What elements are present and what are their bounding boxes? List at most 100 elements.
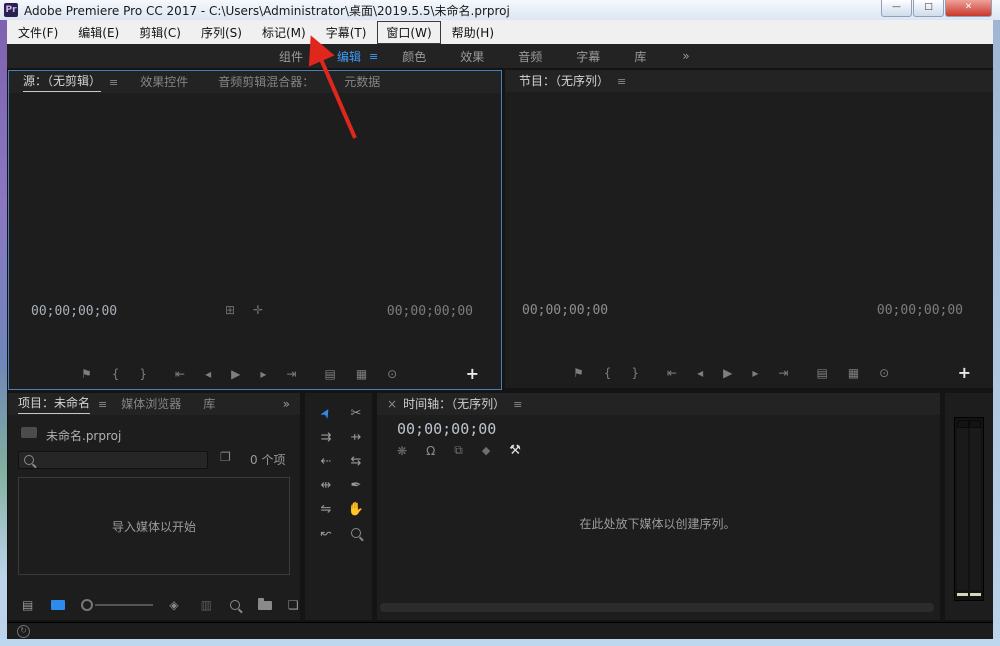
overwrite-button[interactable]: ▦	[356, 367, 367, 381]
new-item-icon[interactable]: ❏	[288, 598, 299, 612]
add-marker-icon[interactable]: ◆	[482, 444, 490, 457]
menu-file[interactable]: 文件(F)	[9, 21, 67, 44]
tab-effect-controls[interactable]: 效果控件	[140, 73, 188, 92]
workspace-menu-icon[interactable]: ≡	[369, 50, 378, 63]
tab-libraries[interactable]: 库	[203, 395, 215, 414]
workspace-tab-audio[interactable]: 音频	[518, 48, 542, 65]
import-media-dropzone[interactable]: 导入媒体以开始	[18, 477, 290, 575]
add-marker-button[interactable]: ⚑	[573, 366, 584, 380]
mark-out-button[interactable]: }	[631, 366, 639, 380]
hand-tool-icon[interactable]: ✋	[348, 502, 364, 517]
zoom-slider-knob[interactable]	[81, 599, 93, 611]
rate-stretch-tool-icon[interactable]: ⇆	[351, 454, 362, 469]
workspace-tab-color[interactable]: 颜色	[402, 48, 426, 65]
project-panel-menu-icon[interactable]: ≡	[98, 398, 107, 411]
rolling-edit-tool-icon[interactable]: ⇠	[321, 454, 332, 469]
menu-titles[interactable]: 字幕(T)	[317, 21, 376, 44]
workspace-tab-titles[interactable]: 字幕	[576, 48, 600, 65]
maximize-button[interactable]: □	[913, 0, 944, 17]
mark-in-button[interactable]: {	[604, 366, 612, 380]
workspace-tab-libraries[interactable]: 库	[634, 48, 646, 65]
tab-timeline[interactable]: 时间轴：（无序列）	[403, 395, 505, 414]
extract-button[interactable]: ▦	[848, 366, 859, 380]
export-frame-button[interactable]: ⊙	[387, 367, 397, 381]
ripple-edit-tool-icon[interactable]: ⇸	[351, 430, 362, 445]
minimize-button[interactable]: —	[881, 0, 912, 17]
timeline-dropzone[interactable]: 在此处放下媒体以创建序列。	[377, 463, 938, 583]
timeline-horizontal-scrollbar[interactable]	[380, 603, 934, 612]
new-bin-icon[interactable]	[258, 601, 272, 610]
button-editor-icon[interactable]: +	[958, 363, 971, 382]
step-back-button[interactable]: ◂	[205, 367, 211, 381]
zoom-tool-icon[interactable]	[351, 528, 361, 538]
play-button[interactable]: ▶	[723, 366, 732, 380]
source-fit-icon[interactable]: ⊞	[225, 303, 235, 317]
step-forward-button[interactable]: ▸	[260, 367, 266, 381]
workspace-overflow-icon[interactable]: »	[682, 49, 689, 63]
menu-edit[interactable]: 编辑(E)	[69, 21, 128, 44]
free-bezier-tool-icon[interactable]: ↜	[321, 526, 332, 541]
go-to-in-button[interactable]: ⇤	[667, 366, 677, 380]
source-panel-menu-icon[interactable]: ≡	[109, 76, 118, 89]
tab-project[interactable]: 项目：未命名	[18, 394, 90, 414]
step-back-button[interactable]: ◂	[697, 366, 703, 380]
sort-icon[interactable]: ◈	[169, 598, 178, 612]
close-button[interactable]: ✕	[945, 0, 992, 17]
timeline-playhead-timecode[interactable]: 00;00;00;00	[397, 420, 496, 438]
nest-toggle-icon[interactable]: ❋	[397, 444, 407, 458]
zoom-slider-track[interactable]	[95, 604, 153, 606]
automate-to-sequence-icon[interactable]: ▥	[201, 598, 212, 612]
project-overflow-icon[interactable]: »	[283, 397, 290, 411]
export-frame-button[interactable]: ⊙	[879, 366, 889, 380]
timeline-panel-tabs: × 时间轴：（无序列） ≡	[377, 393, 940, 415]
timeline-settings-wrench-icon[interactable]: ⚒	[509, 443, 521, 458]
find-icon[interactable]	[230, 600, 240, 610]
menu-help[interactable]: 帮助(H)	[443, 21, 503, 44]
snap-toggle-icon[interactable]: Ω	[426, 444, 435, 458]
lift-button[interactable]: ▤	[816, 366, 827, 380]
project-file-name[interactable]: 未命名.prproj	[46, 427, 121, 444]
pen-tool-icon[interactable]: ✒	[351, 478, 362, 493]
project-search-input[interactable]	[18, 451, 208, 469]
menu-clip[interactable]: 剪辑(C)	[130, 21, 190, 44]
search-in-bin-icon[interactable]: ❐	[220, 450, 231, 464]
menu-markers[interactable]: 标记(M)	[253, 21, 315, 44]
program-transport-controls: ⚑ { } ⇤ ◂ ▶ ▸ ⇥ ▤ ▦ ⊙ +	[505, 363, 993, 382]
tab-media-browser[interactable]: 媒体浏览器	[121, 395, 181, 414]
tab-audio-clip-mixer[interactable]: 音频剪辑混合器：	[218, 73, 314, 92]
list-view-icon[interactable]: ▤	[22, 598, 33, 612]
slip-tool-icon[interactable]: ⇹	[321, 478, 332, 493]
insert-button[interactable]: ▤	[324, 367, 335, 381]
mark-in-button[interactable]: {	[112, 367, 120, 381]
slide-tool-icon[interactable]: ⇋	[321, 502, 332, 517]
button-editor-icon[interactable]: +	[466, 364, 479, 383]
selection-tool-icon[interactable]: ➤	[317, 405, 335, 422]
go-to-in-button[interactable]: ⇤	[175, 367, 185, 381]
menu-sequence[interactable]: 序列(S)	[192, 21, 251, 44]
tab-source[interactable]: 源：（无剪辑）	[23, 72, 101, 92]
timeline-panel-menu-icon[interactable]: ≡	[513, 398, 522, 411]
go-to-out-button[interactable]: ⇥	[286, 367, 296, 381]
meter-channel-right	[970, 428, 981, 590]
program-current-timecode: 00;00;00;00	[522, 303, 608, 318]
workspace-tab-editing[interactable]: 编辑	[337, 48, 361, 65]
source-settings-icon[interactable]: ✛	[253, 303, 263, 317]
program-panel-menu-icon[interactable]: ≡	[617, 75, 626, 88]
step-forward-button[interactable]: ▸	[752, 366, 758, 380]
icon-view-icon[interactable]	[51, 600, 65, 610]
linked-selection-icon[interactable]: ⧉	[454, 443, 463, 458]
razor-tool-icon[interactable]: ✂	[351, 406, 362, 421]
workspace-tab-assembly[interactable]: 组件	[279, 48, 303, 65]
sync-status-icon[interactable]: ↻	[17, 625, 30, 638]
track-select-forward-tool-icon[interactable]: ⇉	[321, 430, 332, 445]
play-button[interactable]: ▶	[231, 367, 240, 381]
go-to-out-button[interactable]: ⇥	[778, 366, 788, 380]
timeline-panel: × 时间轴：（无序列） ≡ 00;00;00;00 ❋ Ω ⧉ ◆ ⚒ 在此处放…	[377, 393, 940, 620]
tab-metadata[interactable]: 元数据	[344, 73, 380, 92]
mark-out-button[interactable]: }	[139, 367, 147, 381]
menu-window[interactable]: 窗口(W)	[377, 21, 440, 44]
add-marker-button[interactable]: ⚑	[81, 367, 92, 381]
tab-program[interactable]: 节目：（无序列）	[519, 72, 609, 91]
workspace-tab-effects[interactable]: 效果	[460, 48, 484, 65]
timeline-close-icon[interactable]: ×	[387, 397, 397, 411]
